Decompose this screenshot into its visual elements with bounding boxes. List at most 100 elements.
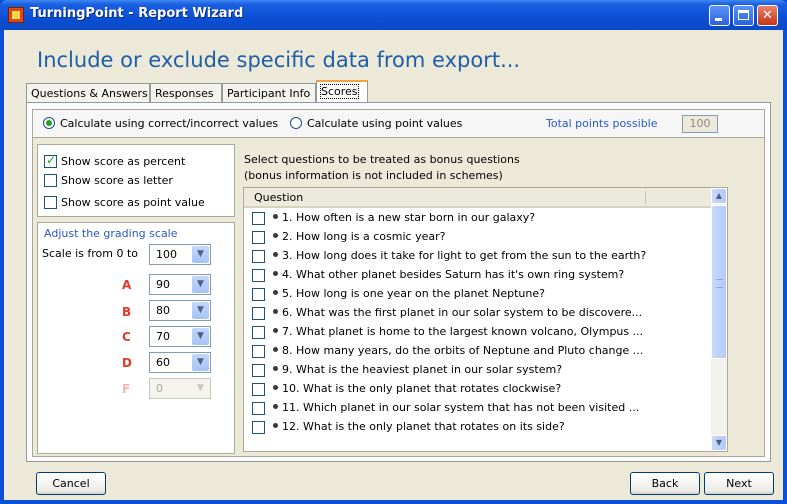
grade-letter-b: B: [122, 305, 132, 319]
question-row[interactable]: 4. What other planet besides Saturn has …: [244, 266, 711, 285]
bullet-icon: [273, 366, 278, 371]
bonus-checkbox[interactable]: [252, 345, 265, 358]
tab-participant-info[interactable]: Participant Info: [222, 83, 316, 102]
scroll-thumb[interactable]: [711, 205, 727, 359]
turningpoint-logo-icon: [8, 7, 24, 23]
calc-point-values-radio[interactable]: [290, 117, 302, 129]
question-text: 11. Which planet in our solar system tha…: [282, 401, 640, 414]
calculation-options-bar: Calculate using correct/incorrect values…: [33, 110, 764, 138]
question-row[interactable]: 1. How often is a new star born in our g…: [244, 209, 711, 228]
question-row[interactable]: 8. How many years, do the orbits of Nept…: [244, 342, 711, 361]
tab-scores[interactable]: Scores: [316, 80, 368, 103]
bullet-icon: [273, 233, 278, 238]
bullet-icon: [273, 271, 278, 276]
total-points-label: Total points possible: [546, 117, 658, 130]
question-column-header[interactable]: Question: [244, 188, 711, 208]
bullet-icon: [273, 252, 278, 257]
grade-f-select: 0 ▼: [149, 378, 211, 399]
bonus-questions-list: Question 1. How often is a new star born…: [243, 187, 728, 452]
question-row[interactable]: 11. Which planet in our solar system tha…: [244, 399, 711, 418]
question-text: 7. What planet is home to the largest kn…: [282, 325, 644, 338]
scroll-up-button[interactable]: ▲: [711, 188, 727, 204]
chevron-down-icon: ▼: [192, 276, 209, 293]
bonus-checkbox[interactable]: [252, 288, 265, 301]
show-point-value-checkbox[interactable]: [44, 196, 57, 209]
grade-letter-f: F: [122, 382, 131, 396]
grade-d-select[interactable]: 60 ▼: [149, 352, 211, 373]
bonus-checkbox[interactable]: [252, 402, 265, 415]
select-value: 80: [156, 304, 170, 317]
close-button[interactable]: ✕: [757, 5, 778, 26]
title-bar[interactable]: TurningPoint - Report Wizard ✕: [0, 0, 787, 30]
calc-point-values-label[interactable]: Calculate using point values: [307, 117, 462, 130]
minimize-button[interactable]: [709, 5, 730, 26]
tab-questions-answers[interactable]: Questions & Answers: [26, 83, 150, 102]
window-title: TurningPoint - Report Wizard: [30, 6, 244, 21]
bullet-icon: [273, 328, 278, 333]
maximize-button[interactable]: [733, 5, 754, 26]
total-points-input: 100: [682, 115, 718, 133]
bonus-checkbox[interactable]: [252, 231, 265, 244]
select-value: 100: [156, 248, 177, 261]
grading-scale-group: Adjust the grading scale Scale is from 0…: [37, 222, 235, 454]
bonus-checkbox[interactable]: [252, 307, 265, 320]
next-button[interactable]: Next: [704, 472, 774, 495]
close-icon: ✕: [762, 8, 773, 23]
bonus-checkbox[interactable]: [252, 383, 265, 396]
calc-correct-incorrect-label[interactable]: Calculate using correct/incorrect values: [60, 117, 278, 130]
wizard-body: Include or exclude specific data from ex…: [4, 30, 783, 500]
bullet-icon: [273, 423, 278, 428]
question-row[interactable]: 3. How long does it take for light to ge…: [244, 247, 711, 266]
show-percent-checkbox[interactable]: [44, 153, 57, 168]
show-percent-label[interactable]: Show score as percent: [61, 155, 185, 168]
grade-letter-c: C: [122, 330, 131, 344]
vertical-scrollbar[interactable]: ▲ ▼: [711, 188, 727, 451]
question-text: 8. How many years, do the orbits of Nept…: [282, 344, 644, 357]
bonus-checkbox[interactable]: [252, 364, 265, 377]
bonus-checkbox[interactable]: [252, 212, 265, 225]
page-title: Include or exclude specific data from ex…: [37, 48, 521, 72]
cancel-button[interactable]: Cancel: [36, 472, 106, 495]
question-row[interactable]: 10. What is the only planet that rotates…: [244, 380, 711, 399]
question-row[interactable]: 2. How long is a cosmic year?: [244, 228, 711, 247]
chevron-down-icon: ▼: [192, 302, 209, 319]
grading-scale-title: Adjust the grading scale: [44, 227, 178, 240]
bonus-checkbox[interactable]: [252, 269, 265, 282]
scroll-down-button[interactable]: ▼: [711, 435, 727, 451]
show-point-value-label[interactable]: Show score as point value: [61, 196, 205, 209]
question-row[interactable]: 7. What planet is home to the largest kn…: [244, 323, 711, 342]
question-text: 9. What is the heaviest planet in our so…: [282, 363, 563, 376]
question-text: 12. What is the only planet that rotates…: [282, 420, 565, 433]
tab-responses[interactable]: Responses: [150, 83, 222, 102]
back-button[interactable]: Back: [630, 472, 700, 495]
grade-c-select[interactable]: 70 ▼: [149, 326, 211, 347]
bonus-checkbox[interactable]: [252, 326, 265, 339]
bonus-checkbox[interactable]: [252, 250, 265, 263]
question-row[interactable]: 6. What was the first planet in our sola…: [244, 304, 711, 323]
scale-max-select[interactable]: 100 ▼: [149, 244, 211, 265]
grade-b-select[interactable]: 80 ▼: [149, 300, 211, 321]
chevron-down-icon: ▼: [192, 380, 209, 397]
show-letter-label[interactable]: Show score as letter: [61, 174, 173, 187]
question-row[interactable]: 9. What is the heaviest planet in our so…: [244, 361, 711, 380]
grip-icon: [716, 279, 723, 288]
question-text: 5. How long is one year on the planet Ne…: [282, 287, 545, 300]
question-text: 4. What other planet besides Saturn has …: [282, 268, 625, 281]
question-text: 2. How long is a cosmic year?: [282, 230, 446, 243]
tab-label: Participant Info: [227, 87, 311, 100]
minimize-icon: [715, 18, 722, 21]
grade-a-select[interactable]: 90 ▼: [149, 274, 211, 295]
tab-label: Scores: [320, 84, 359, 99]
bullet-icon: [273, 404, 278, 409]
question-row[interactable]: 5. How long is one year on the planet Ne…: [244, 285, 711, 304]
bullet-icon: [273, 214, 278, 219]
show-letter-checkbox[interactable]: [44, 174, 57, 187]
select-value: 60: [156, 356, 170, 369]
scores-content: Calculate using correct/incorrect values…: [32, 109, 765, 457]
bonus-note: (bonus information is not included in sc…: [244, 169, 503, 182]
calc-correct-incorrect-radio[interactable]: [43, 117, 55, 129]
question-row[interactable]: 12. What is the only planet that rotates…: [244, 418, 711, 437]
column-separator: [645, 191, 646, 204]
bonus-checkbox[interactable]: [252, 421, 265, 434]
bullet-icon: [273, 385, 278, 390]
